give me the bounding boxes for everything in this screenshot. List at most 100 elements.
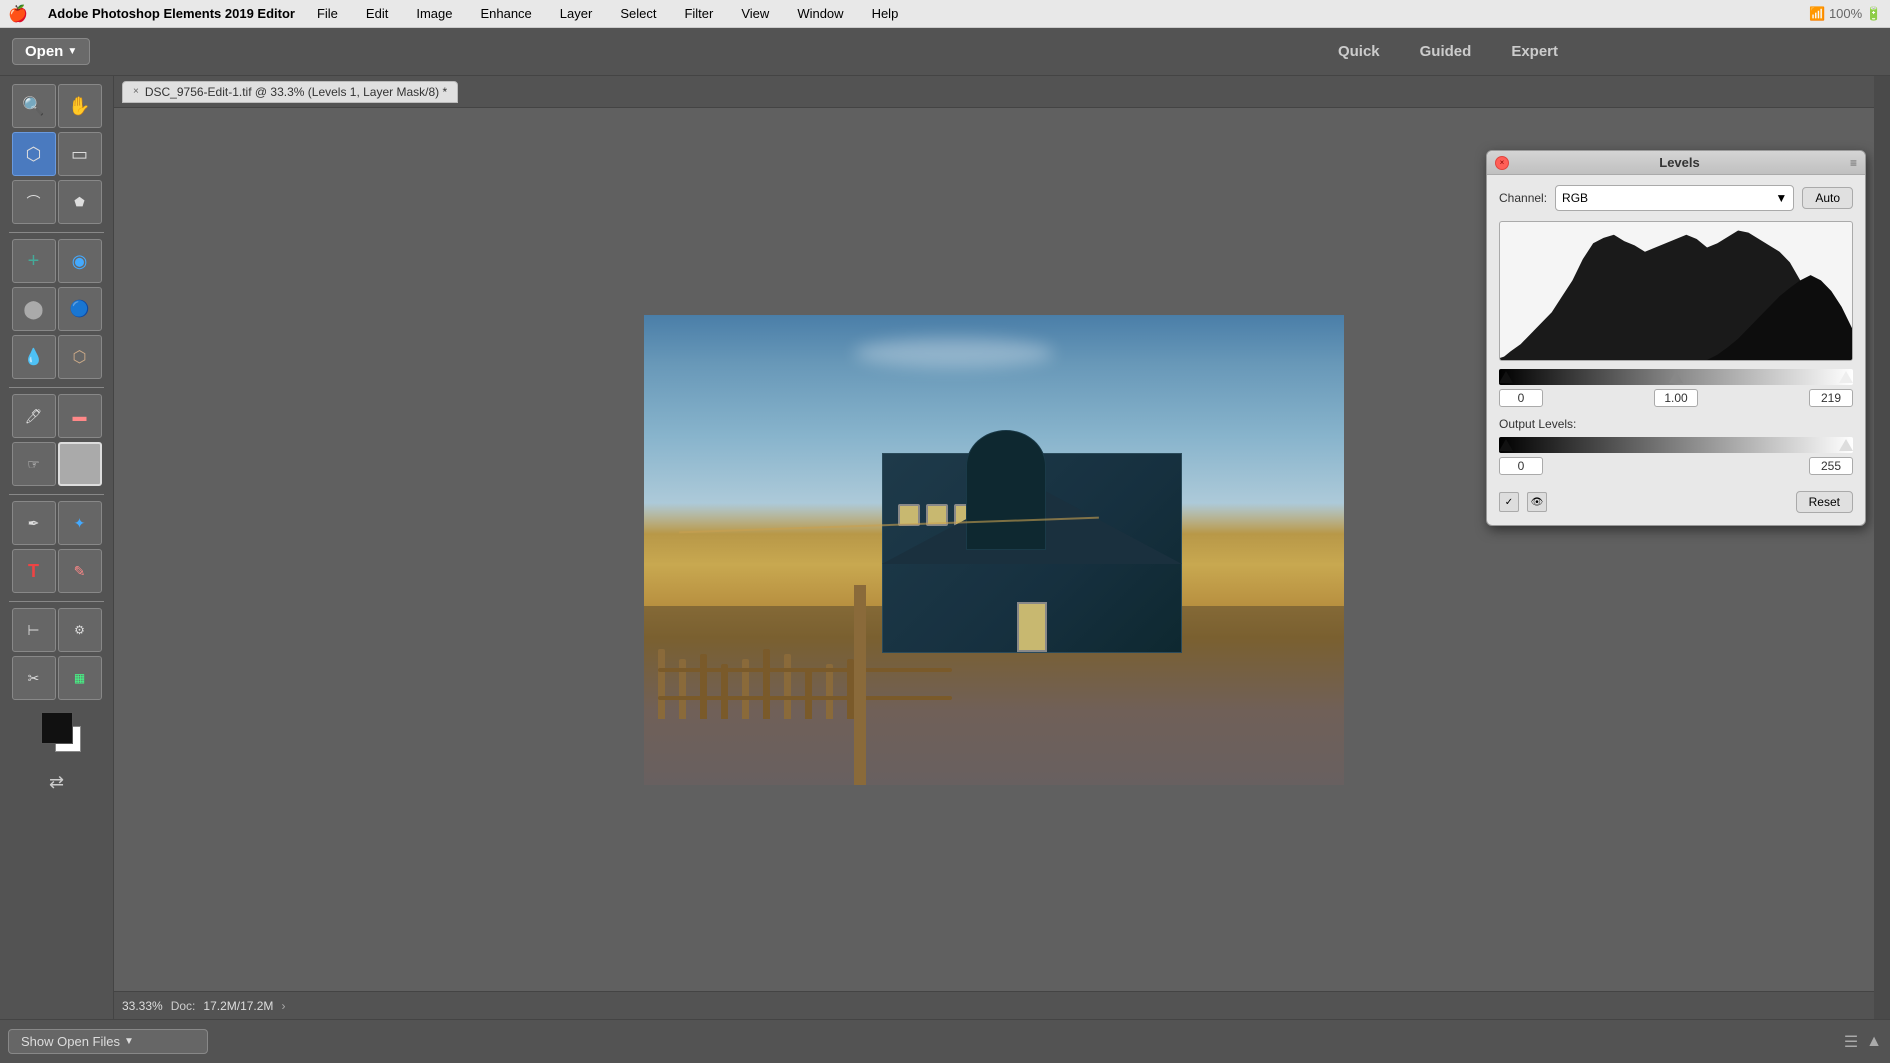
midtone-input-slider[interactable] [1669, 371, 1683, 383]
black-input-value[interactable]: 0 [1499, 389, 1543, 407]
panel-close-button[interactable]: × [1495, 156, 1509, 170]
levels-panel: × Levels ≡ Channel: RGB ▼ Auto [1486, 150, 1866, 526]
color-swatch[interactable] [58, 442, 102, 486]
photo-image [644, 315, 1344, 785]
tab-bar: × DSC_9756-Edit-1.tif @ 33.3% (Levels 1,… [114, 76, 1874, 108]
reset-button[interactable]: Reset [1796, 491, 1853, 513]
channel-row: Channel: RGB ▼ Auto [1499, 185, 1853, 211]
white-output-slider[interactable] [1839, 439, 1853, 451]
channel-select[interactable]: RGB ▼ [1555, 185, 1794, 211]
panel-bottom-row: ✓ 👁 Reset [1499, 485, 1853, 515]
content-aware-tool[interactable]: ▦ [58, 656, 102, 700]
straighten-tool[interactable]: ✂ [12, 656, 56, 700]
menu-filter[interactable]: Filter [678, 4, 719, 23]
input-levels-slider-track [1499, 369, 1853, 385]
recompose-tool[interactable]: ⚙ [58, 608, 102, 652]
menu-view[interactable]: View [735, 4, 775, 23]
open-label: Open [25, 43, 63, 60]
expand-icon[interactable]: ▲ [1866, 1033, 1882, 1051]
smart-brush-tool[interactable]: ◉ [58, 239, 102, 283]
move-tool[interactable]: ⬡ [12, 132, 56, 176]
levels-content: Channel: RGB ▼ Auto [1487, 175, 1865, 525]
bottom-icons: ☰ ▲ [1844, 1032, 1882, 1052]
fence [658, 639, 854, 719]
menu-enhance[interactable]: Enhance [474, 4, 537, 23]
right-scrollbar[interactable] [1874, 76, 1890, 1019]
file-tab[interactable]: × DSC_9756-Edit-1.tif @ 33.3% (Levels 1,… [122, 81, 458, 103]
white-input-slider[interactable] [1839, 371, 1853, 383]
tower [966, 430, 1046, 550]
tab-guided[interactable]: Guided [1400, 37, 1492, 66]
tab-quick[interactable]: Quick [1318, 37, 1400, 66]
canvas-container[interactable]: × Levels ≡ Channel: RGB ▼ Auto [114, 108, 1874, 991]
divider-4 [9, 601, 104, 602]
black-output-slider[interactable] [1499, 439, 1513, 451]
swap-colors-icon[interactable]: ⇄ [41, 772, 73, 793]
polygonal-lasso[interactable]: ⬟ [58, 180, 102, 224]
menu-window[interactable]: Window [791, 4, 849, 23]
clone-stamp-tool[interactable]: 🔵 [58, 287, 102, 331]
output-levels-label: Output Levels: [1499, 417, 1853, 431]
white-input-value[interactable]: 219 [1809, 389, 1853, 407]
tool-row-3: ⌒ ⬟ [12, 180, 102, 224]
hand-tool[interactable]: ✋ [58, 84, 102, 128]
show-open-files-button[interactable]: Show Open Files ▼ [8, 1029, 208, 1054]
eye-visibility-button[interactable]: 👁 [1527, 492, 1547, 512]
fence-rail-2 [658, 696, 952, 700]
pencil-tool[interactable]: ✎ [58, 549, 102, 593]
brush-tool[interactable]: 💧 [12, 335, 56, 379]
levels-titlebar: × Levels ≡ [1487, 151, 1865, 175]
input-values-row: 0 1.00 219 [1499, 389, 1853, 407]
doc-label: Doc: [171, 999, 196, 1013]
show-files-arrow[interactable]: ▼ [124, 1036, 134, 1047]
panel-menu-button[interactable]: ≡ [1850, 156, 1857, 170]
black-input-slider[interactable] [1499, 371, 1513, 383]
zoom-tool[interactable]: 🔍 [12, 84, 56, 128]
menu-layer[interactable]: Layer [554, 4, 599, 23]
black-output-value[interactable]: 0 [1499, 457, 1543, 475]
panel-title: Levels [1509, 155, 1850, 170]
tool-row-5: ⬤ 🔵 [12, 287, 102, 331]
lasso-tool[interactable]: ⌒ [12, 180, 56, 224]
menubar: 🍎 Adobe Photoshop Elements 2019 Editor F… [0, 0, 1890, 28]
left-toolbar: 🔍 ✋ ⬡ ▭ ⌒ ⬟ + ◉ ⬤ 🔵 [0, 76, 114, 1019]
zoom-level: 33.33% [122, 999, 163, 1013]
midtone-input-value[interactable]: 1.00 [1654, 389, 1698, 407]
white-output-value[interactable]: 255 [1809, 457, 1853, 475]
tool-row-4: + ◉ [12, 239, 102, 283]
menu-file[interactable]: File [311, 4, 344, 23]
output-levels-slider-track [1499, 437, 1853, 453]
channel-dropdown-arrow[interactable]: ▼ [1775, 191, 1787, 205]
tool-row-9: ✒ ✦ [12, 501, 102, 545]
apple-menu[interactable]: 🍎 [8, 4, 28, 24]
marquee-tool[interactable]: ▭ [58, 132, 102, 176]
eyedropper-tool[interactable]: ✒ [12, 501, 56, 545]
door [1017, 602, 1047, 652]
spot-healing-tool[interactable]: ⬤ [12, 287, 56, 331]
custom-shape-tool[interactable]: ✦ [58, 501, 102, 545]
menu-image[interactable]: Image [410, 4, 458, 23]
paint-bucket-tool[interactable]: 🖊 [12, 394, 56, 438]
auto-button[interactable]: Auto [1802, 187, 1853, 209]
close-tab-button[interactable]: × [133, 86, 139, 97]
crop-tool[interactable]: ⊢ [12, 608, 56, 652]
type-tool[interactable]: T [12, 549, 56, 593]
channel-label: Channel: [1499, 191, 1547, 205]
divider-1 [9, 232, 104, 233]
menu-help[interactable]: Help [866, 4, 905, 23]
tab-expert[interactable]: Expert [1491, 37, 1578, 66]
menu-edit[interactable]: Edit [360, 4, 394, 23]
add-icon-tool[interactable]: + [12, 239, 56, 283]
menu-select[interactable]: Select [614, 4, 662, 23]
open-button[interactable]: Open ▼ [12, 38, 90, 65]
open-dropdown-arrow[interactable]: ▼ [67, 46, 77, 57]
list-view-icon[interactable]: ☰ [1844, 1032, 1858, 1052]
foreground-color[interactable] [41, 712, 73, 744]
divider-2 [9, 387, 104, 388]
app-name: Adobe Photoshop Elements 2019 Editor [48, 6, 295, 21]
smudge-tool[interactable]: ☞ [12, 442, 56, 486]
preview-checkbox[interactable]: ✓ [1499, 492, 1519, 512]
blur-tool[interactable]: ⬡ [58, 335, 102, 379]
eraser-tool[interactable]: ▬ [58, 394, 102, 438]
status-arrow[interactable]: › [281, 999, 285, 1013]
